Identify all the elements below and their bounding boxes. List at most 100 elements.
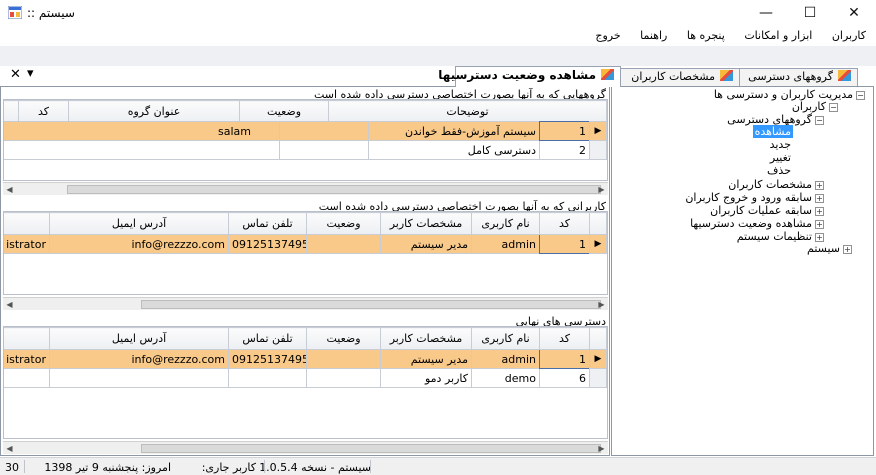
cell-extra[interactable] bbox=[4, 368, 50, 388]
cell-extra[interactable]: istrator bbox=[4, 349, 50, 369]
cell-code[interactable]: 2 bbox=[539, 140, 590, 160]
cell-user-info[interactable]: مدیر سیستم bbox=[380, 349, 472, 369]
cell-extra[interactable]: istrator bbox=[4, 234, 50, 254]
tab-user-profiles[interactable]: مشخصات کاربران bbox=[620, 68, 740, 86]
collapse-icon[interactable]: − bbox=[815, 116, 824, 125]
scroll-left-icon[interactable]: ◀ bbox=[3, 184, 16, 195]
tab-access-groups[interactable]: گروههای دسترسی bbox=[738, 68, 858, 86]
cell-code[interactable]: 6 bbox=[539, 368, 590, 388]
expand-icon[interactable]: + bbox=[843, 245, 852, 254]
scrollbar-thumb[interactable] bbox=[67, 185, 601, 194]
expand-icon[interactable]: + bbox=[815, 181, 824, 190]
column-header-user-info[interactable]: مشخصات کاربر bbox=[380, 212, 472, 235]
column-header-description[interactable]: توضیحات bbox=[328, 100, 607, 123]
cell-user-info[interactable]: مدیر سیستم bbox=[380, 234, 472, 254]
column-header-group-title[interactable]: عنوان گروه bbox=[68, 100, 240, 123]
tree-node-system-settings[interactable]: تنظیمات سیستم bbox=[737, 230, 812, 243]
tree-node-users[interactable]: کاربران bbox=[792, 100, 826, 113]
cell-email[interactable]: info@rezzzo.com bbox=[49, 349, 229, 369]
tree-node-system[interactable]: سیستم bbox=[807, 242, 840, 255]
cell-code[interactable]: 1 bbox=[539, 349, 590, 369]
column-header-extra[interactable] bbox=[4, 327, 50, 350]
column-header-status[interactable]: وضعیت bbox=[306, 212, 381, 235]
menu-tools[interactable]: ابزار و امکانات bbox=[736, 26, 820, 46]
table-row[interactable]: ▶ 1 admin مدیر سیستم 09125137495 info@rezzzo.… bbox=[4, 234, 607, 254]
scroll-right-icon[interactable]: ▶ bbox=[595, 443, 608, 454]
users-grid-scrollbar[interactable]: ◀ ▶ bbox=[3, 297, 608, 310]
cell-phone[interactable] bbox=[228, 368, 307, 388]
cell-email[interactable] bbox=[49, 368, 229, 388]
cell-phone[interactable]: 09125137495 bbox=[228, 234, 307, 254]
scroll-left-icon[interactable]: ◀ bbox=[3, 443, 16, 454]
scrollbar-thumb[interactable] bbox=[141, 444, 601, 453]
column-header-status[interactable]: وضعیت bbox=[306, 327, 381, 350]
scroll-right-icon[interactable]: ▶ bbox=[595, 184, 608, 195]
cell-username[interactable]: admin bbox=[471, 349, 540, 369]
cell-group-title[interactable]: سیستم آموزش-فقط خواندن bbox=[368, 121, 540, 141]
tab-access-status[interactable]: مشاهده وضعیت دسترسیها bbox=[438, 66, 621, 87]
tree-node-user-profiles[interactable]: مشخصات کاربران bbox=[728, 178, 812, 191]
tree-node-view[interactable]: مشاهده bbox=[752, 125, 793, 138]
cell-code[interactable]: 1 bbox=[539, 234, 590, 254]
expand-icon[interactable]: + bbox=[815, 233, 824, 242]
collapse-icon[interactable]: − bbox=[856, 91, 865, 100]
row-selector[interactable]: ▶ bbox=[589, 121, 607, 141]
cell-username[interactable]: demo bbox=[471, 368, 540, 388]
tree-node-new[interactable]: جدید bbox=[770, 138, 791, 151]
table-row[interactable]: 6 demo کاربر دمو bbox=[4, 368, 607, 388]
close-tab-icon[interactable]: ✕ bbox=[10, 67, 21, 82]
column-header-code[interactable]: کد bbox=[18, 100, 69, 123]
row-selector[interactable]: ▶ bbox=[589, 349, 607, 369]
column-header-extra[interactable] bbox=[4, 212, 50, 235]
tree-node-change[interactable]: تغییر bbox=[770, 151, 791, 164]
scrollbar-thumb[interactable] bbox=[141, 300, 601, 309]
column-header-phone[interactable]: تلفن تماس bbox=[228, 212, 307, 235]
maximize-button[interactable]: ☐ bbox=[788, 0, 832, 26]
cell-user-info[interactable]: کاربر دمو bbox=[380, 368, 472, 388]
expand-icon[interactable]: + bbox=[815, 207, 824, 216]
scroll-left-icon[interactable]: ◀ bbox=[3, 299, 16, 310]
cell-group-title[interactable]: دسترسی کامل bbox=[368, 140, 540, 160]
table-row[interactable]: 2 دسترسی کامل bbox=[4, 140, 607, 160]
groups-grid-scrollbar[interactable]: ◀ ▶ bbox=[3, 182, 608, 195]
column-header-code[interactable]: کد bbox=[539, 212, 590, 235]
row-selector[interactable] bbox=[589, 368, 607, 388]
expand-icon[interactable]: + bbox=[815, 194, 824, 203]
scroll-right-icon[interactable]: ▶ bbox=[595, 299, 608, 310]
menu-users[interactable]: کاربران bbox=[824, 26, 876, 46]
cell-code[interactable]: 1 bbox=[539, 121, 590, 141]
cell-username[interactable]: admin bbox=[471, 234, 540, 254]
column-header-email[interactable]: آدرس ایمیل bbox=[49, 212, 229, 235]
cell-status[interactable] bbox=[279, 140, 369, 160]
column-header-code[interactable]: کد bbox=[539, 327, 590, 350]
final-grid-scrollbar[interactable]: ◀ ▶ bbox=[3, 441, 608, 454]
cell-status[interactable] bbox=[306, 349, 381, 369]
cell-phone[interactable]: 09125137495 bbox=[228, 349, 307, 369]
tree-node-delete[interactable]: حذف bbox=[767, 164, 791, 177]
cell-description[interactable] bbox=[4, 140, 280, 160]
tree-node-access-status[interactable]: مشاهده وضعیت دسترسیها bbox=[690, 217, 812, 230]
close-button[interactable]: ✕ bbox=[832, 0, 876, 26]
tree-node-operations-history[interactable]: سابقه عملیات کاربران bbox=[710, 204, 812, 217]
column-header-phone[interactable]: تلفن تماس bbox=[228, 327, 307, 350]
row-selector[interactable]: ▶ bbox=[589, 234, 607, 254]
tab-list-dropdown-icon[interactable]: ▾ bbox=[27, 66, 34, 81]
menu-help[interactable]: راهنما bbox=[632, 26, 675, 46]
tree-node-login-history[interactable]: سابقه ورود و خروج کاربران bbox=[685, 191, 812, 204]
cell-status[interactable] bbox=[279, 121, 369, 141]
cell-status[interactable] bbox=[306, 234, 381, 254]
column-header-user-info[interactable]: مشخصات کاربر bbox=[380, 327, 472, 350]
cell-email[interactable]: info@rezzzo.com bbox=[49, 234, 229, 254]
column-header-status[interactable]: وضعیت bbox=[239, 100, 329, 123]
column-header-username[interactable]: نام کاربری bbox=[471, 212, 540, 235]
cell-status[interactable] bbox=[306, 368, 381, 388]
row-selector[interactable] bbox=[589, 140, 607, 160]
table-row[interactable]: ▶ 1 سیستم آموزش-فقط خواندن salam bbox=[4, 121, 607, 141]
column-header-username[interactable]: نام کاربری bbox=[471, 327, 540, 350]
column-header-email[interactable]: آدرس ایمیل bbox=[49, 327, 229, 350]
expand-icon[interactable]: + bbox=[815, 220, 824, 229]
menu-exit[interactable]: خروج bbox=[587, 26, 628, 46]
tree-node-root[interactable]: مدیریت کاربران و دسترسی ها bbox=[714, 88, 853, 101]
minimize-button[interactable]: — bbox=[744, 0, 788, 26]
table-row[interactable]: ▶ 1 admin مدیر سیستم 09125137495 info@rezzzo.… bbox=[4, 349, 607, 369]
